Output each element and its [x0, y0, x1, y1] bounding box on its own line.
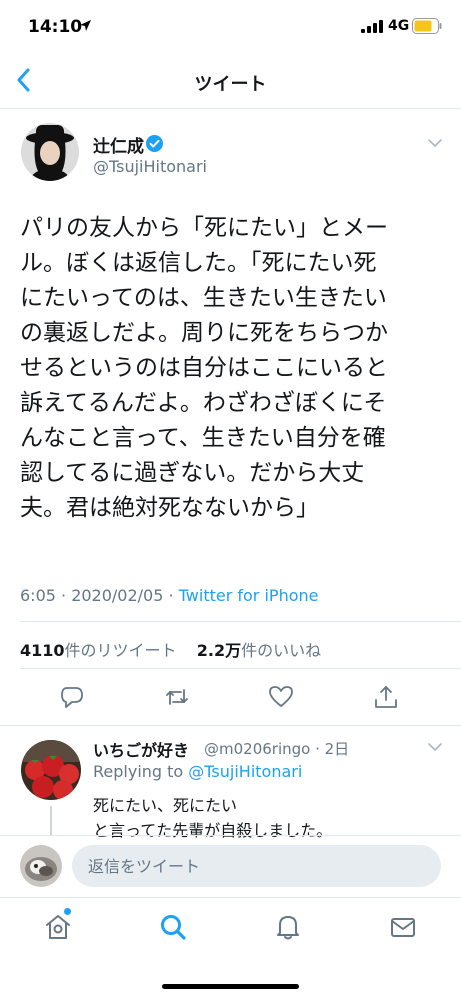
messages-envelope-icon[interactable] [388, 912, 418, 942]
divider [0, 725, 461, 726]
author-name[interactable]: 辻仁成 [93, 132, 144, 157]
tweet-text-line: 認してるに過ぎない。だから大丈 [20, 460, 365, 486]
tweet-text-line: の裏返しだよ。周りに死をちらつか [20, 320, 388, 346]
like-label: 件のいいね [241, 641, 322, 660]
retweet-icon[interactable] [164, 684, 190, 710]
header: ツイート [0, 52, 461, 109]
chevron-down-icon[interactable] [426, 137, 444, 149]
notifications-bell-icon[interactable] [273, 912, 303, 942]
battery-icon [412, 18, 442, 34]
divider [0, 835, 461, 836]
divider [20, 668, 461, 669]
replying-prefix: Replying to [93, 762, 189, 781]
like-stat[interactable]: 2.2万件のいいね [197, 641, 321, 660]
reply-author-handle[interactable]: @m0206ringo · 2日 [204, 738, 349, 759]
status-bar: 14:10 4G [0, 0, 461, 52]
reply-author-name[interactable]: いちごが好き [93, 737, 189, 761]
reply-compose-input[interactable] [72, 845, 441, 887]
tweet-text-line: んなこと言って、生きたい自分を確 [20, 425, 386, 451]
reply-text-line: と言ってた先輩が自殺しました。 [93, 821, 333, 840]
like-count: 2.2万 [196, 641, 242, 660]
retweet-count: 4110 [20, 641, 65, 660]
retweet-label: 件のリツイート [64, 641, 177, 660]
user-avatar[interactable] [20, 845, 62, 887]
network-type: 4G [388, 18, 410, 34]
notification-dot [64, 908, 71, 915]
replying-mention-link[interactable]: @TsujiHitonari [188, 762, 302, 781]
retweet-stat[interactable]: 4110件のリツイート [20, 641, 177, 660]
search-icon[interactable] [158, 912, 188, 942]
home-icon[interactable] [43, 912, 73, 942]
tweet-text-line: 訴えてるんだよ。わざわざぼくにそ [20, 390, 387, 416]
tweet-text-line: にたいってのは、生きたい生きたい [20, 285, 387, 311]
tweet-meta: 6:05 · 2020/02/05 · Twitter for iPhone [20, 586, 318, 605]
tweet-text-line: 夫。君は絶対死なないから」 [20, 495, 319, 521]
author-handle[interactable]: @TsujiHitonari [93, 157, 207, 176]
home-indicator[interactable] [162, 984, 299, 989]
author-avatar[interactable] [21, 123, 79, 181]
share-icon[interactable] [373, 684, 399, 710]
tweet-text-line: せるというのは自分はここにいると [20, 355, 388, 381]
thread-line [50, 806, 52, 836]
tweet-text: パリの友人から「死にたい」とメー ル。ぼくは返信した。「死にたい死 にたいっての… [20, 211, 450, 526]
tweet-stats: 4110件のリツイート 2.2万件のいいね [20, 637, 321, 661]
reply-icon[interactable] [59, 684, 85, 710]
tweet-timestamp: 6:05 · 2020/02/05 · [20, 586, 179, 605]
tweet-text-line: パリの友人から「死にたい」とメー [20, 215, 388, 241]
cellular-signal-icon [361, 20, 383, 33]
reply-author-avatar[interactable] [21, 740, 81, 800]
tweet-text-line: ル。ぼくは返信した。「死にたい死 [20, 250, 377, 276]
location-arrow-icon [80, 20, 91, 31]
heart-icon[interactable] [268, 684, 294, 710]
status-time: 14:10 [28, 17, 83, 37]
tweet-source-link[interactable]: Twitter for iPhone [179, 586, 319, 605]
reply-text-line: 死にたい、死にたい [93, 796, 238, 815]
divider [20, 621, 461, 622]
replying-to: Replying to @TsujiHitonari [93, 762, 302, 781]
verified-badge-icon [146, 135, 163, 152]
chevron-down-icon[interactable] [426, 741, 444, 753]
page-title: ツイート [194, 74, 267, 95]
